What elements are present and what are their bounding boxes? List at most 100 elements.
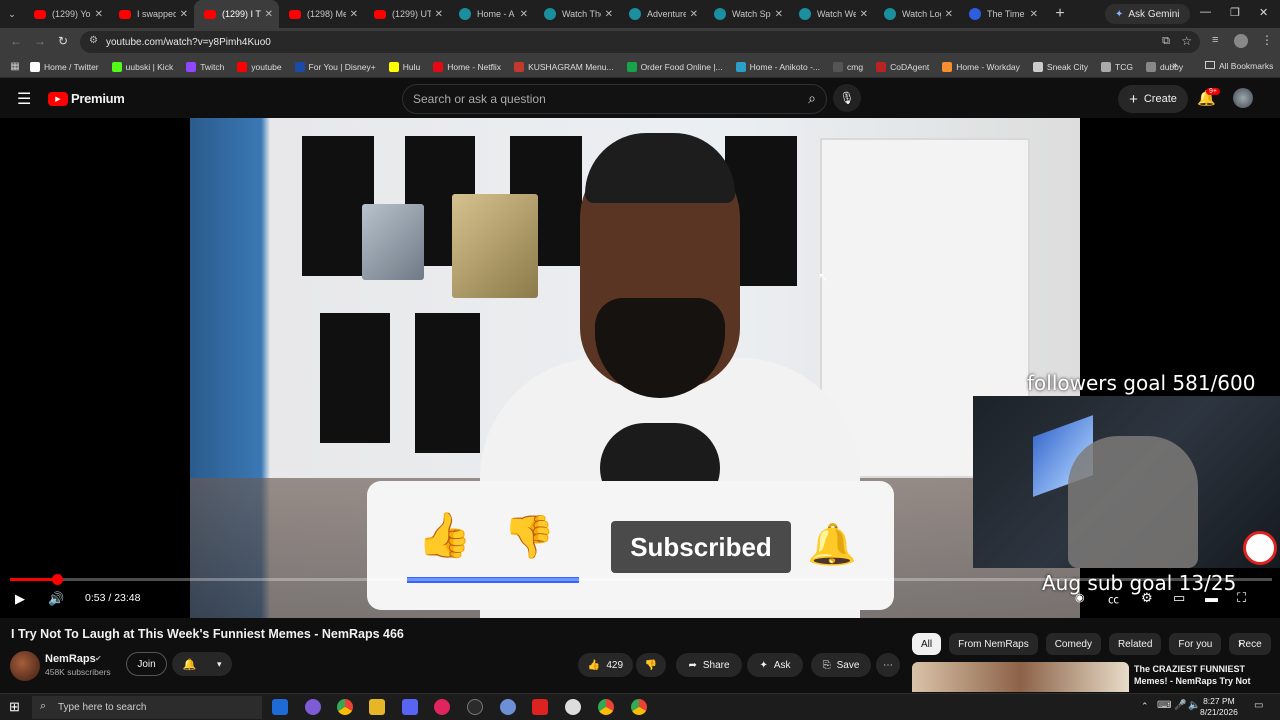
channel-avatar[interactable] [10, 651, 40, 681]
bookmark-item[interactable]: cmg [833, 61, 863, 72]
media-control-icon[interactable]: ≡ [1212, 34, 1218, 46]
all-bookmarks-button[interactable]: All Bookmarks [1205, 61, 1273, 71]
share-button[interactable]: ➦ Share [676, 653, 742, 677]
recommended-video-title[interactable]: The CRAZIEST FUNNIEST Memes! - NemRaps T… [1134, 663, 1264, 687]
address-bar[interactable]: ⚙ youtube.com/watch?v=y8Pimh4Kuo0 ⧉ ☆ [80, 31, 1200, 53]
ask-button[interactable]: ✦ Ask [747, 653, 803, 677]
browser-tab[interactable]: (1298) Me ✕ [279, 0, 364, 28]
create-button[interactable]: + Create [1118, 85, 1188, 113]
browser-tab[interactable]: I swapped ✕ [109, 0, 194, 28]
bookmark-item[interactable]: Home - Workday [942, 61, 1020, 72]
subscription-bell-button[interactable]: 🔔 ▾ [172, 652, 232, 676]
close-tab-icon[interactable]: ✕ [95, 9, 103, 20]
browser-menu-icon[interactable]: ⋮ [1261, 33, 1273, 47]
ask-gemini-button[interactable]: ✦ Ask Gemini [1105, 4, 1190, 24]
minimize-button[interactable]: — [1200, 6, 1211, 18]
filter-chip[interactable]: From NemRaps [949, 633, 1038, 655]
app-icon[interactable] [305, 699, 321, 715]
filter-chip[interactable]: Comedy [1045, 633, 1101, 655]
network-icon[interactable]: ⌨ [1157, 700, 1171, 711]
bookmark-item[interactable]: TCG [1101, 61, 1133, 72]
taskview-icon[interactable] [272, 699, 288, 715]
file-explorer-icon[interactable] [369, 699, 385, 715]
site-info-icon[interactable]: ⚙ [89, 35, 98, 46]
channel-name[interactable]: NemRaps [45, 653, 96, 665]
close-window-button[interactable]: ✕ [1259, 6, 1268, 19]
install-app-icon[interactable]: ⧉ [1162, 35, 1170, 48]
fullscreen-icon[interactable]: ⛶ [1237, 590, 1246, 606]
chips-next-chevron-icon[interactable]: › [1238, 636, 1242, 650]
system-clock[interactable]: 8:27 PM 8/21/2026 [1200, 696, 1238, 718]
reload-icon[interactable]: ↻ [58, 34, 68, 48]
bookmark-item[interactable]: uubski | Kick [111, 61, 173, 72]
back-icon[interactable]: ← [10, 34, 22, 48]
close-tab-icon[interactable]: ✕ [180, 9, 188, 20]
volume-icon[interactable]: 🔊 [48, 591, 64, 607]
maximize-button[interactable]: ❐ [1230, 6, 1240, 19]
bookmark-item[interactable]: Hulu [388, 61, 420, 72]
chrome-icon[interactable] [598, 699, 614, 715]
bookmark-item[interactable]: Sneak City [1032, 61, 1088, 72]
close-tab-icon[interactable]: ✕ [435, 9, 443, 20]
filter-chip[interactable]: All [912, 633, 942, 655]
seek-bar-handle[interactable] [51, 574, 63, 585]
captions-icon[interactable]: ㏄ [1108, 591, 1119, 607]
search-input[interactable]: Search or ask a question ⌕ [402, 84, 827, 114]
close-tab-icon[interactable]: ✕ [350, 9, 358, 20]
bookmark-item[interactable]: youtube [237, 61, 282, 72]
discord-icon[interactable] [402, 699, 418, 715]
bookmark-item[interactable]: Home - Anikoto -... [735, 61, 820, 72]
bookmark-item[interactable]: Home - Netflix [433, 61, 501, 72]
browser-tab[interactable]: Watch Spe ✕ [704, 0, 789, 28]
join-button[interactable]: Join [126, 652, 167, 676]
play-icon[interactable]: ▶ [15, 591, 25, 607]
close-tab-icon[interactable]: ✕ [265, 9, 273, 20]
bookmark-item[interactable]: KUSHAGRAM Menu... [514, 61, 614, 72]
miniplayer-icon[interactable]: ▭ [1173, 590, 1185, 606]
steam-icon[interactable] [500, 699, 516, 715]
acrobat-icon[interactable] [532, 699, 548, 715]
tab-search-chevron-icon[interactable]: ⌄ [0, 9, 24, 20]
seek-bar[interactable] [10, 574, 1272, 585]
close-tab-icon[interactable]: ✕ [775, 9, 783, 20]
chrome-icon[interactable] [337, 699, 353, 715]
browser-tab[interactable]: Watch The ✕ [534, 0, 619, 28]
media-player-icon[interactable] [434, 699, 450, 715]
bookmark-item[interactable]: Home / Twitter [30, 61, 99, 72]
bookmark-star-icon[interactable]: ☆ [1181, 34, 1192, 48]
theater-mode-icon[interactable]: ▬ [1205, 590, 1218, 605]
windows-start-icon[interactable]: ⊞ [9, 699, 20, 715]
youtube-premium-logo[interactable]: ▶ Premium [48, 91, 125, 106]
settings-gear-icon[interactable]: ⚙ [1141, 590, 1153, 606]
like-button[interactable]: 👍 429 [578, 653, 633, 677]
filter-chip[interactable]: For you [1169, 633, 1222, 655]
filter-chip[interactable]: Rece [1229, 633, 1271, 655]
close-tab-icon[interactable]: ✕ [860, 9, 868, 20]
profile-avatar-icon[interactable] [1234, 34, 1248, 48]
clock-app-icon[interactable] [565, 699, 581, 715]
new-tab-button[interactable]: + [1050, 5, 1070, 23]
hamburger-menu-icon[interactable]: ☰ [17, 89, 31, 109]
bookmark-item[interactable]: For You | Disney+ [294, 61, 376, 72]
voice-search-icon[interactable]: 🎙 [833, 84, 861, 112]
browser-tab[interactable]: (1299) UTI ✕ [364, 0, 449, 28]
autoplay-toggle-icon[interactable]: ◉ [1075, 591, 1085, 604]
close-tab-icon[interactable]: ✕ [1030, 9, 1038, 20]
search-icon[interactable]: ⌕ [808, 90, 816, 107]
notification-center-icon[interactable]: ▭ [1254, 700, 1263, 711]
obs-icon[interactable] [467, 699, 483, 715]
account-avatar[interactable] [1233, 88, 1253, 108]
browser-tab[interactable]: Home - A ✕ [449, 0, 534, 28]
browser-tab[interactable]: Adventure ✕ [619, 0, 704, 28]
mic-tray-icon[interactable]: 🎤 [1174, 700, 1186, 711]
save-button[interactable]: ⎘ Save [811, 653, 871, 677]
taskbar-search-input[interactable]: ⌕ Type here to search [32, 696, 262, 719]
bookmark-item[interactable]: CoDAgent [876, 61, 929, 72]
browser-tab[interactable]: (1299) You ✕ [24, 0, 109, 28]
tray-chevron-icon[interactable]: ⌃ [1141, 701, 1149, 712]
close-tab-icon[interactable]: ✕ [690, 9, 698, 20]
close-tab-icon[interactable]: ✕ [520, 9, 528, 20]
chrome-icon[interactable] [631, 699, 647, 715]
close-tab-icon[interactable]: ✕ [945, 9, 953, 20]
apps-grid-icon[interactable]: ▦ [0, 61, 30, 72]
